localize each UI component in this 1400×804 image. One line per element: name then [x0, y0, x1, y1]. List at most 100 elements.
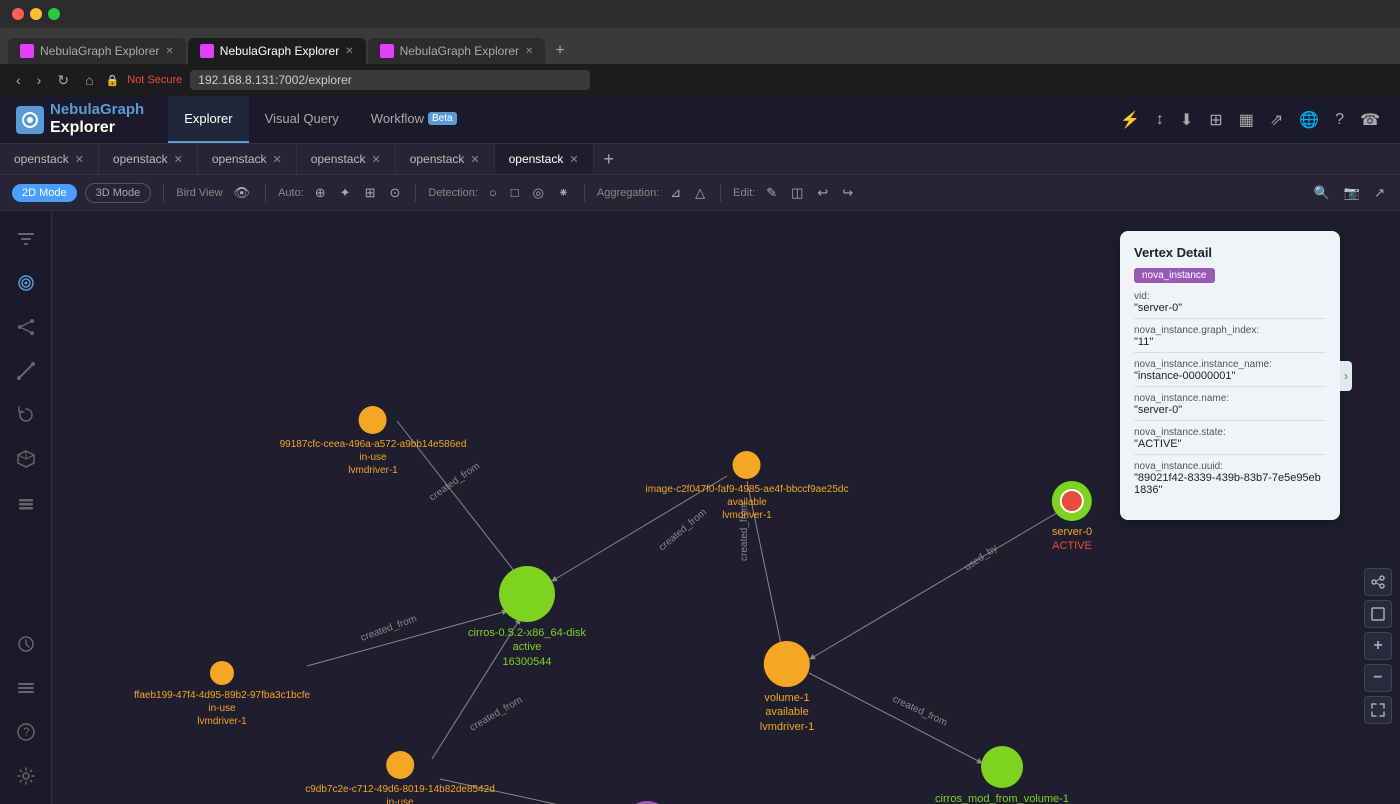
detect-btn-4[interactable]: ⁕ — [555, 183, 572, 203]
svg-text:?: ? — [23, 725, 30, 739]
sidebar-icon-refresh[interactable] — [6, 395, 46, 435]
node-orange-mid-left[interactable]: ffaeb199-47f4-4d95-89b2-97fba3c1bcfein-u… — [134, 661, 310, 728]
new-tab-button[interactable]: + — [547, 38, 572, 64]
schema-icon[interactable]: ⚡ — [1116, 106, 1144, 134]
sidebar-icon-cube[interactable] — [6, 439, 46, 479]
address-input[interactable] — [190, 70, 590, 90]
auto-btn-4[interactable]: ⊙ — [386, 183, 403, 203]
rt-fit-btn[interactable] — [1364, 696, 1392, 724]
minimize-window-btn[interactable] — [30, 8, 42, 20]
content-tab-close-5[interactable]: ✕ — [470, 153, 479, 166]
content-tab-add[interactable]: + — [594, 145, 625, 174]
back-button[interactable]: ‹ — [12, 70, 25, 90]
content-tab-4[interactable]: openstack ✕ — [297, 144, 396, 174]
sidebar-icon-target[interactable] — [6, 263, 46, 303]
content-tab-close-6[interactable]: ✕ — [569, 153, 578, 166]
sidebar-icon-history[interactable] — [6, 624, 46, 664]
detect-btn-3[interactable]: ◎ — [530, 183, 547, 203]
home-button[interactable]: ⌂ — [81, 70, 97, 90]
security-label: Not Secure — [127, 74, 182, 86]
search-icon[interactable]: 🔍 — [1311, 183, 1333, 203]
browser-tab-2[interactable]: NebulaGraph Explorer ✕ — [188, 38, 366, 64]
node-orange-top-right[interactable]: image-c2f047f0-faf9-4985-ae4f-bbccf9ae25… — [646, 451, 849, 522]
maximize-window-btn[interactable] — [48, 8, 60, 20]
mode-2d-button[interactable]: 2D Mode — [12, 184, 77, 202]
node-green-right[interactable]: cirros_mod_from_volume-1active1073741824 — [935, 746, 1069, 804]
content-tab-5[interactable]: openstack ✕ — [396, 144, 495, 174]
sidebar-icon-help[interactable]: ? — [6, 712, 46, 752]
content-tab-2[interactable]: openstack ✕ — [99, 144, 198, 174]
node-orange-center-right[interactable]: volume-1availablelvmdriver-1 — [760, 641, 814, 734]
sidebar-icon-layers[interactable] — [6, 483, 46, 523]
content-tab-close-4[interactable]: ✕ — [371, 153, 380, 166]
download-icon[interactable]: ⬇ — [1176, 106, 1197, 134]
detect-btn-2[interactable]: □ — [508, 183, 522, 202]
address-bar: ‹ › ↻ ⌂ 🔒 Not Secure — [0, 64, 1400, 96]
detect-btn-1[interactable]: ○ — [486, 183, 500, 202]
detail-val-instance-name: "instance-00000001" — [1134, 370, 1326, 382]
sidebar-icon-line[interactable] — [6, 351, 46, 391]
sidebar-icon-filter[interactable] — [6, 219, 46, 259]
table-icon[interactable]: ▦ — [1235, 106, 1258, 134]
content-tab-3[interactable]: openstack ✕ — [198, 144, 297, 174]
rt-zoom-in-btn[interactable]: + — [1364, 632, 1392, 660]
share-icon[interactable]: ⇗ — [1266, 106, 1287, 134]
nav-tabs: Explorer Visual Query Workflow Beta — [168, 96, 472, 143]
content-tabs: openstack ✕ openstack ✕ openstack ✕ open… — [0, 144, 1400, 175]
nav-tab-visual-query[interactable]: Visual Query — [249, 96, 355, 143]
browser-tabs-bar: NebulaGraph Explorer ✕ NebulaGraph Explo… — [0, 28, 1400, 64]
aggr-btn-1[interactable]: ⊿ — [667, 183, 684, 203]
node-circle-orange-center-right — [764, 641, 810, 687]
edit-btn-2[interactable]: ◫ — [788, 183, 806, 203]
content-tab-close-2[interactable]: ✕ — [174, 153, 183, 166]
refresh-button[interactable]: ↻ — [53, 70, 73, 91]
node-server[interactable]: server-0ACTIVE — [1052, 481, 1092, 554]
content-tab-close-1[interactable]: ✕ — [75, 153, 84, 166]
auto-btn-2[interactable]: ✦ — [337, 183, 354, 203]
rt-expand-btn[interactable] — [1364, 600, 1392, 628]
phone-icon[interactable]: ☎ — [1356, 106, 1384, 134]
browser-tab-1[interactable]: NebulaGraph Explorer ✕ — [8, 38, 186, 64]
redo-btn[interactable]: ↪ — [839, 183, 856, 203]
node-circle-green-right — [981, 746, 1023, 788]
node-orange-bottom[interactable]: c9db7c2e-c712-49d6-8019-14b82de8542din-u… — [305, 751, 495, 804]
forward-button[interactable]: › — [33, 70, 46, 90]
import-icon[interactable]: ↕ — [1152, 107, 1168, 133]
toolbar-separator-3 — [415, 184, 416, 202]
browser-tab-close-3[interactable]: ✕ — [525, 46, 533, 57]
node-green-center[interactable]: cirros-0.5.2-x86_64-diskactive16300544 — [468, 566, 586, 669]
help-icon[interactable]: ? — [1331, 107, 1348, 133]
rt-zoom-out-btn[interactable]: − — [1364, 664, 1392, 692]
close-window-btn[interactable] — [12, 8, 24, 20]
content-tab-label-6: openstack — [509, 152, 564, 166]
aggr-btn-2[interactable]: △ — [692, 183, 708, 203]
content-tab-close-3[interactable]: ✕ — [273, 153, 282, 166]
browser-tab-close-2[interactable]: ✕ — [345, 46, 353, 57]
mode-3d-button[interactable]: 3D Mode — [85, 183, 152, 203]
sidebar-icon-share[interactable] — [6, 307, 46, 347]
undo-btn[interactable]: ↩ — [814, 183, 831, 203]
export-icon[interactable]: ↗ — [1371, 183, 1388, 203]
edit-btn-1[interactable]: ✎ — [763, 183, 780, 203]
app: NebulaGraph Explorer Explorer Visual Que… — [0, 96, 1400, 804]
auto-btn-1[interactable]: ⊕ — [312, 183, 329, 203]
nav-tab-workflow[interactable]: Workflow Beta — [355, 96, 473, 143]
screenshot-icon[interactable]: 📷 — [1341, 183, 1363, 203]
auto-label: Auto: — [278, 187, 304, 199]
nav-tab-explorer[interactable]: Explorer — [168, 96, 248, 143]
content-tab-6[interactable]: openstack ✕ — [495, 144, 594, 174]
rt-graph-btn[interactable] — [1364, 568, 1392, 596]
auto-btn-3[interactable]: ⊞ — [362, 183, 379, 203]
browser-tab-close-1[interactable]: ✕ — [165, 46, 173, 57]
detail-panel-badge[interactable]: nova_instance — [1134, 268, 1215, 283]
graph-area[interactable]: created_from created_from created_from c… — [52, 211, 1400, 804]
browser-tab-3[interactable]: NebulaGraph Explorer ✕ — [368, 38, 546, 64]
detail-panel-collapse[interactable]: › — [1340, 361, 1352, 391]
sidebar-icon-list[interactable] — [6, 668, 46, 708]
bird-view-toggle[interactable]: 👁 — [231, 183, 254, 203]
node-orange-top[interactable]: 99187cfc-ceea-496a-a572-a9bb14e586edin-u… — [280, 406, 467, 477]
grid-icon[interactable]: ⊞ — [1205, 106, 1226, 134]
content-tab-1[interactable]: openstack ✕ — [0, 144, 99, 174]
globe-icon[interactable]: 🌐 — [1295, 106, 1323, 134]
sidebar-icon-settings[interactable] — [6, 756, 46, 796]
